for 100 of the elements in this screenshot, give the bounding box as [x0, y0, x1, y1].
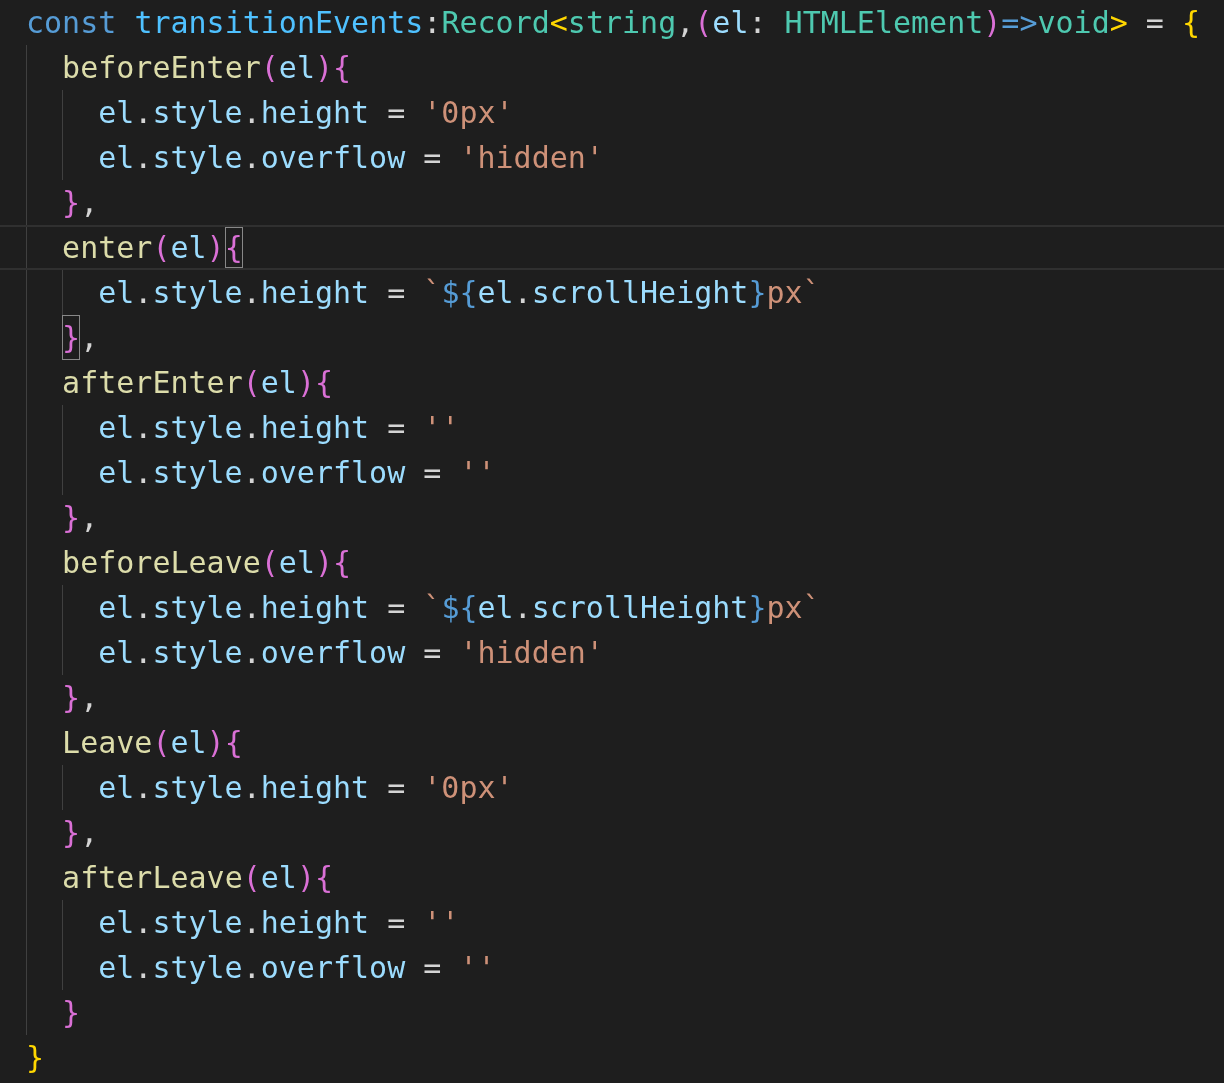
punctuation: . — [134, 454, 153, 492]
bracket: { — [333, 544, 352, 582]
variable-name: el — [477, 274, 514, 312]
bracket: } — [26, 1039, 45, 1077]
punctuation: . — [513, 274, 532, 312]
bracket: > — [1109, 4, 1128, 42]
punctuation: . — [134, 409, 153, 447]
variable-name: el — [170, 724, 207, 762]
variable-name: height — [260, 94, 370, 132]
string-literal: '' — [423, 409, 460, 447]
type-name: void — [1037, 4, 1110, 42]
bracket: } — [62, 994, 81, 1032]
punctuation: . — [242, 409, 261, 447]
bracket: { — [224, 724, 243, 762]
bracket: ) — [296, 859, 315, 897]
string-literal: 'hidden' — [459, 139, 604, 177]
punctuation: , — [80, 184, 99, 222]
bracket: ) — [206, 724, 225, 762]
punctuation: = — [386, 274, 407, 312]
punctuation: . — [242, 634, 261, 672]
variable-name: height — [260, 589, 370, 627]
punctuation: = — [386, 589, 407, 627]
punctuation: = — [1144, 4, 1165, 42]
punctuation: . — [134, 634, 153, 672]
string-literal: 'hidden' — [459, 634, 604, 672]
bracket: } — [62, 315, 81, 360]
variable-name: el — [98, 589, 135, 627]
variable-name: style — [152, 949, 243, 987]
variable-name: style — [152, 634, 243, 672]
variable-name: style — [152, 904, 243, 942]
punctuation: . — [134, 274, 153, 312]
punctuation: : — [423, 4, 442, 42]
punctuation: . — [242, 769, 261, 807]
variable-name: el — [278, 544, 315, 582]
punctuation: = — [386, 94, 407, 132]
string-literal: px` — [766, 589, 821, 627]
variable-name: el — [98, 274, 135, 312]
variable-name: el — [98, 904, 135, 942]
bracket: ( — [242, 859, 261, 897]
variable-name: el — [477, 589, 514, 627]
bracket: } — [62, 184, 81, 222]
string-literal: '0px' — [423, 94, 514, 132]
bracket: ) — [983, 4, 1002, 42]
punctuation: = — [386, 409, 407, 447]
variable-name: el — [98, 769, 135, 807]
method-name: beforeEnter — [62, 49, 261, 87]
bracket: ) — [296, 364, 315, 402]
variable-name: el — [170, 229, 207, 267]
variable-name: height — [260, 274, 370, 312]
variable-name: el — [260, 364, 297, 402]
variable-name: scrollHeight — [531, 274, 749, 312]
template-brace: ${ — [441, 274, 478, 312]
bracket: ( — [260, 49, 279, 87]
variable-name: el — [98, 409, 135, 447]
string-literal: '' — [459, 454, 496, 492]
variable-name: el — [98, 634, 135, 672]
variable-name: overflow — [260, 139, 406, 177]
bracket: ) — [314, 544, 334, 582]
variable-name: el — [98, 139, 135, 177]
type-name: string — [567, 4, 677, 42]
bracket: } — [62, 499, 81, 537]
variable-name: style — [152, 769, 243, 807]
template-brace: } — [748, 274, 767, 312]
variable-name: el — [98, 949, 135, 987]
type-name: HTMLElement — [784, 4, 984, 42]
variable-name: style — [152, 94, 243, 132]
bracket: { — [224, 227, 243, 268]
punctuation: . — [134, 94, 153, 132]
punctuation: . — [134, 949, 153, 987]
bracket: ) — [206, 229, 225, 267]
punctuation: = — [386, 769, 407, 807]
bracket: ( — [152, 724, 171, 762]
variable-name: scrollHeight — [531, 589, 749, 627]
punctuation: . — [242, 94, 261, 132]
bracket: ( — [152, 229, 171, 267]
string-literal: '' — [459, 949, 496, 987]
variable-name: el — [98, 94, 135, 132]
bracket: ( — [242, 364, 261, 402]
variable-name: el — [98, 454, 135, 492]
punctuation: = — [422, 949, 443, 987]
punctuation: . — [513, 589, 532, 627]
punctuation: = — [422, 139, 443, 177]
punctuation: . — [134, 139, 153, 177]
variable-name: overflow — [260, 949, 406, 987]
bracket: { — [333, 49, 352, 87]
method-name: Leave — [62, 724, 153, 762]
bracket: } — [62, 679, 81, 717]
punctuation: . — [242, 274, 261, 312]
string-literal: ` — [423, 589, 442, 627]
punctuation: , — [80, 319, 99, 357]
punctuation: . — [242, 454, 261, 492]
bracket: { — [314, 364, 334, 402]
bracket: ) — [314, 49, 334, 87]
punctuation: = — [422, 454, 443, 492]
variable-name: style — [152, 139, 243, 177]
type-name: Record — [441, 4, 550, 42]
variable-name: el — [260, 859, 297, 897]
punctuation: , — [80, 679, 99, 717]
variable-name: style — [152, 409, 243, 447]
variable-name: height — [260, 409, 370, 447]
